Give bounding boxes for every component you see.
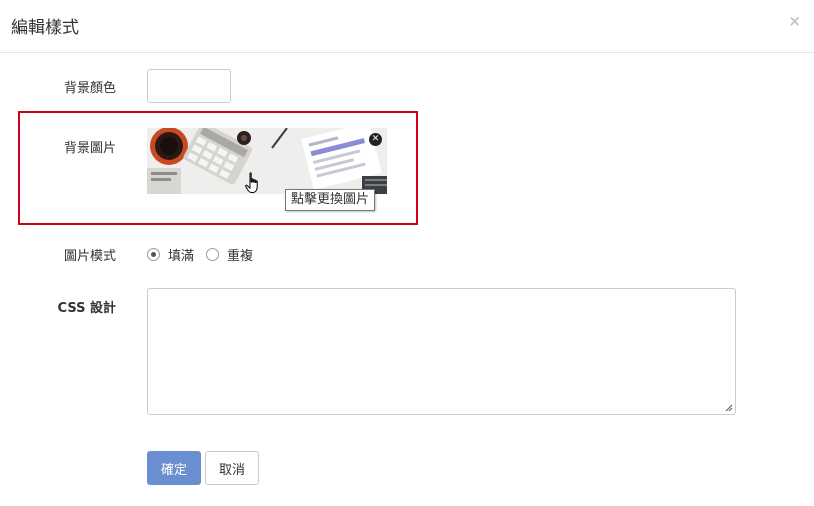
hand-cursor-icon <box>245 172 258 193</box>
bg-image-label: 背景圖片 <box>63 141 116 156</box>
remove-image-icon[interactable]: ✕ <box>369 133 382 146</box>
radio-fill-button[interactable] <box>147 248 160 261</box>
radio-repeat-label: 重複 <box>227 249 254 264</box>
bg-image-thumbnail[interactable] <box>147 128 387 194</box>
image-mode-label: 圖片模式 <box>63 249 116 264</box>
resize-grip-icon[interactable] <box>725 404 733 412</box>
change-image-tooltip: 點擊更換圖片 <box>285 189 376 211</box>
cancel-button[interactable]: 取消 <box>205 451 259 485</box>
bg-color-input[interactable] <box>147 69 231 103</box>
modal-header: 編輯樣式 × <box>0 0 814 53</box>
radio-fill[interactable]: 填滿 <box>147 245 194 264</box>
bg-color-label: 背景顏色 <box>63 81 116 96</box>
css-design-textarea[interactable] <box>147 288 736 415</box>
desk-photo-image <box>147 128 387 194</box>
css-design-label: CSS 設計 <box>57 301 116 316</box>
radio-repeat-button[interactable] <box>206 248 220 261</box>
image-mode-radio-group: 填滿 重複 <box>147 245 265 264</box>
close-icon[interactable]: × <box>788 12 801 30</box>
modal-title: 編輯樣式 <box>11 18 79 38</box>
radio-repeat[interactable]: 重複 <box>206 245 253 264</box>
radio-fill-label: 填滿 <box>168 249 195 264</box>
confirm-button[interactable]: 確定 <box>147 451 201 485</box>
